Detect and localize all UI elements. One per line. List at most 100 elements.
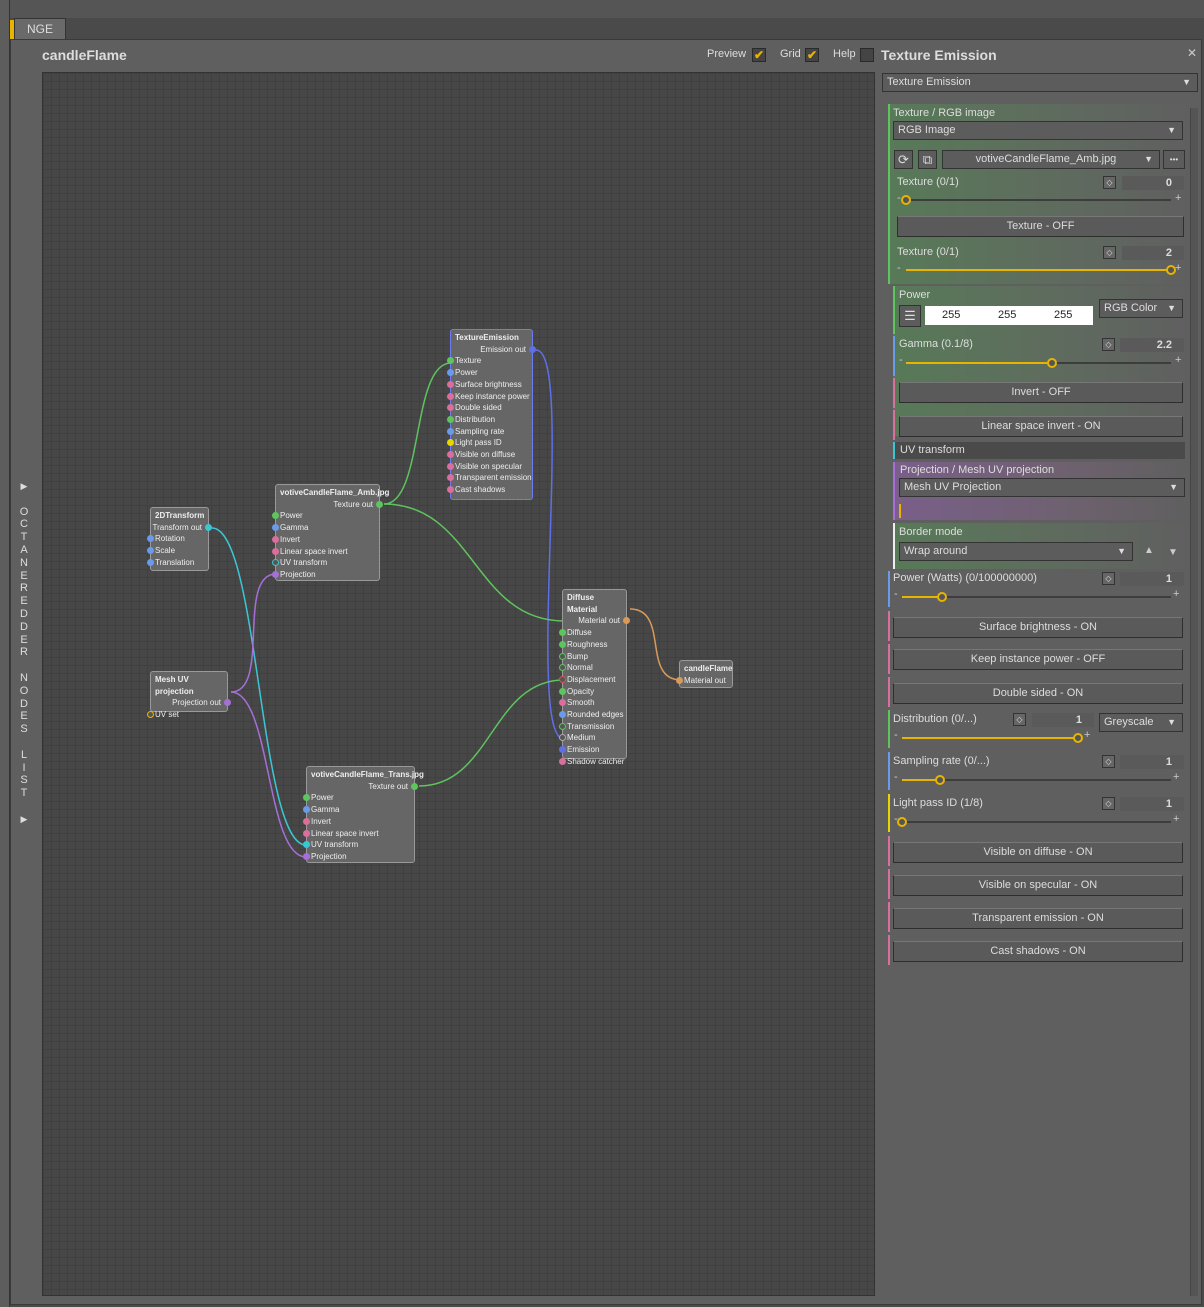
projection-dropdown[interactable]: Mesh UV Projection ▼ — [899, 478, 1185, 497]
port-input[interactable] — [447, 462, 454, 470]
panel-scrollbar[interactable] — [1190, 108, 1198, 1296]
transparent-emission-button[interactable]: Transparent emission - ON — [893, 908, 1183, 929]
tab-nge[interactable]: NGE — [14, 18, 66, 39]
port-input[interactable] — [447, 415, 454, 423]
node-mesh-uv-projection[interactable]: Mesh UV projection Projection out UV set — [147, 671, 231, 719]
port-input[interactable] — [559, 675, 566, 683]
port-input[interactable] — [303, 852, 310, 860]
port-input[interactable] — [447, 369, 454, 377]
port-input[interactable] — [272, 512, 279, 520]
port-input[interactable] — [447, 486, 454, 494]
port-input[interactable] — [676, 676, 683, 684]
port-output[interactable] — [411, 782, 418, 790]
plus-icon[interactable]: + — [1173, 588, 1179, 600]
slider-knob[interactable] — [897, 817, 907, 827]
rgb-mode-dropdown[interactable]: RGB Color ▼ — [1099, 299, 1183, 318]
distribution-value[interactable]: 1 — [1032, 713, 1094, 727]
port-input[interactable] — [447, 451, 454, 459]
distribution-slider[interactable] — [902, 733, 1083, 743]
diamond-icon[interactable]: ◇ — [1103, 246, 1116, 259]
file-select-dropdown[interactable]: votiveCandleFlame_Amb.jpg ▼ — [942, 150, 1160, 169]
diamond-icon[interactable]: ◇ — [1013, 713, 1026, 726]
gamma-value[interactable]: 2.2 — [1120, 338, 1184, 352]
diamond-icon[interactable]: ◇ — [1103, 176, 1116, 189]
node-diffuse-material[interactable]: Diffuse Material Material out Diffuse Ro… — [559, 589, 630, 766]
texture-off-button[interactable]: Texture - OFF — [897, 216, 1184, 237]
port-input[interactable] — [147, 547, 154, 555]
minus-icon[interactable]: - — [894, 729, 898, 741]
arrow-up-icon[interactable]: ▲ — [1144, 545, 1154, 556]
port-input[interactable] — [447, 380, 454, 388]
port-input[interactable] — [559, 711, 566, 719]
port-input[interactable] — [272, 524, 279, 532]
node-select-dropdown[interactable]: Texture Emission ▼ — [882, 73, 1198, 92]
cast-shadows-button[interactable]: Cast shadows - ON — [893, 941, 1183, 962]
diamond-icon[interactable]: ◇ — [1102, 338, 1115, 351]
texture2-slider[interactable] — [906, 265, 1176, 275]
port-input[interactable] — [447, 474, 454, 482]
port-input[interactable] — [559, 722, 566, 730]
surface-brightness-button[interactable]: Surface brightness - ON — [893, 617, 1183, 638]
node-candleflame-output[interactable]: candleFlame Material out — [676, 660, 733, 688]
slider-knob[interactable] — [901, 195, 911, 205]
port-input[interactable] — [559, 652, 566, 660]
port-input[interactable] — [559, 687, 566, 695]
keep-instance-power-button[interactable]: Keep instance power - OFF — [893, 649, 1183, 670]
port-output[interactable] — [529, 345, 536, 353]
open-external-icon[interactable]: ⧉ — [918, 150, 937, 169]
distribution-mode-dropdown[interactable]: Greyscale ▼ — [1099, 713, 1183, 732]
plus-icon[interactable]: + — [1173, 813, 1179, 825]
node-texture-emission[interactable]: TextureEmission Emission out Texture Pow… — [447, 329, 536, 500]
grid-checkbox[interactable]: ✔ — [805, 48, 819, 62]
port-input[interactable] — [559, 746, 566, 754]
port-input[interactable] — [447, 439, 454, 447]
close-icon[interactable]: ✕ — [1187, 46, 1197, 60]
sampling-rate-value[interactable]: 1 — [1120, 755, 1184, 769]
minus-icon[interactable]: - — [897, 262, 901, 274]
port-input[interactable] — [447, 427, 454, 435]
node-trans-image[interactable]: votiveCandleFlame_Trans.jpg Texture out … — [303, 766, 424, 863]
port-input[interactable] — [272, 535, 279, 543]
port-input[interactable] — [272, 570, 279, 578]
node-2dtransform[interactable]: 2DTransform Transform out Rotation Scale… — [147, 507, 212, 571]
minus-icon[interactable]: - — [899, 354, 903, 366]
power-watts-slider[interactable] — [902, 592, 1171, 602]
plus-icon[interactable]: + — [1175, 262, 1181, 274]
power-watts-value[interactable]: 1 — [1120, 572, 1184, 586]
port-input[interactable] — [303, 829, 310, 837]
port-input[interactable] — [559, 664, 566, 672]
diamond-icon[interactable]: ◇ — [1102, 797, 1115, 810]
linear-space-invert-button[interactable]: Linear space invert - ON — [899, 416, 1183, 437]
slider-knob[interactable] — [934, 775, 945, 785]
border-mode-dropdown[interactable]: Wrap around ▼ — [899, 542, 1133, 561]
diamond-icon[interactable]: ◇ — [1102, 572, 1115, 585]
plus-icon[interactable]: + — [1173, 771, 1179, 783]
help-checkbox[interactable] — [860, 48, 874, 62]
port-input[interactable] — [303, 794, 310, 802]
blue-value[interactable]: 255 — [1054, 306, 1072, 325]
slider-knob[interactable] — [1073, 733, 1083, 743]
light-pass-value[interactable]: 1 — [1120, 797, 1184, 811]
arrow-down-icon[interactable]: ▼ — [1168, 547, 1178, 558]
double-sided-button[interactable]: Double sided - ON — [893, 683, 1183, 704]
port-input[interactable] — [559, 629, 566, 637]
port-input[interactable] — [303, 817, 310, 825]
octane-nodes-list-tab[interactable]: ▶ OCTANEREDDER NODES LIST ▶ — [16, 480, 32, 826]
plus-icon[interactable]: + — [1175, 192, 1181, 204]
texture-type-dropdown[interactable]: RGB Image ▼ — [893, 121, 1183, 140]
port-input[interactable] — [447, 392, 454, 400]
texture1-value[interactable]: 0 — [1122, 176, 1184, 190]
port-input[interactable] — [303, 806, 310, 814]
visible-on-diffuse-button[interactable]: Visible on diffuse - ON — [893, 842, 1183, 863]
invert-button[interactable]: Invert - OFF — [899, 382, 1183, 403]
port-input[interactable] — [272, 547, 279, 555]
port-input[interactable] — [447, 404, 454, 412]
port-input[interactable] — [559, 734, 566, 742]
diamond-icon[interactable]: ◇ — [1102, 755, 1115, 768]
minus-icon[interactable]: - — [894, 588, 898, 600]
minus-icon[interactable]: - — [894, 771, 898, 783]
more-icon[interactable]: ••• — [1163, 150, 1185, 169]
port-input[interactable] — [559, 757, 566, 765]
port-input[interactable] — [447, 357, 454, 365]
port-input[interactable] — [272, 559, 279, 567]
